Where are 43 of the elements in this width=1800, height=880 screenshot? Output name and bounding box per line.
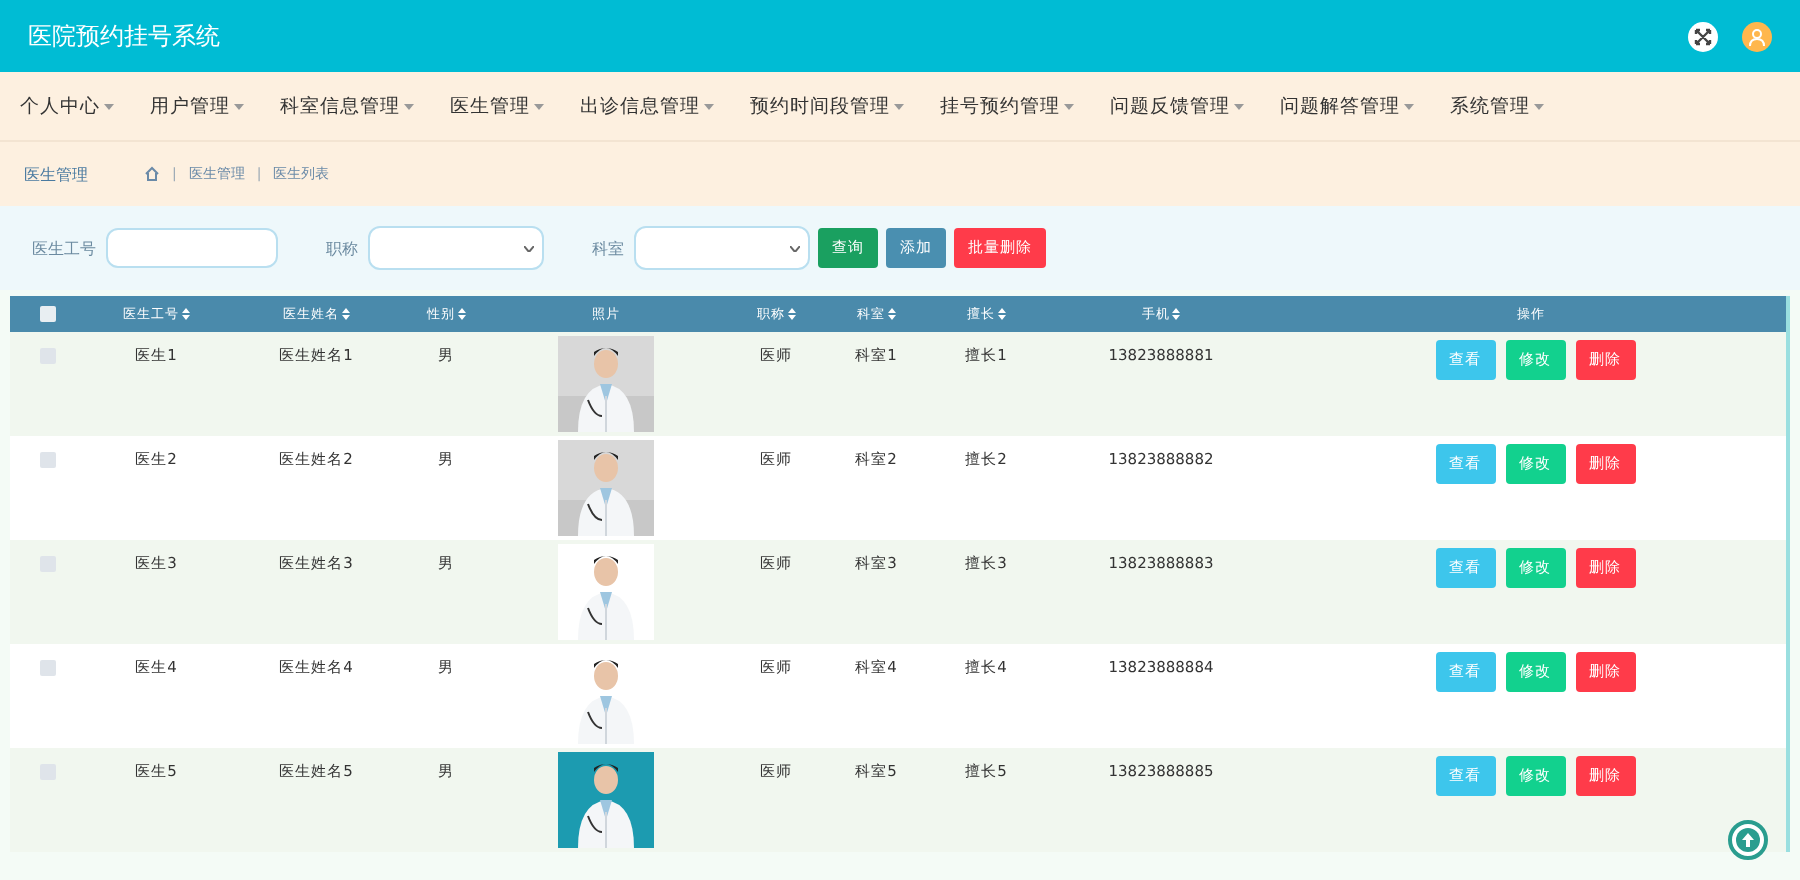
field-label: 医生工号 <box>32 237 96 259</box>
nav-menu-item[interactable]: 用户管理 <box>150 93 244 119</box>
field-label: 职称 <box>326 237 358 259</box>
caret-icon <box>1404 103 1414 109</box>
row-checkbox[interactable] <box>40 452 56 468</box>
nav-menu-item[interactable]: 出诊信息管理 <box>580 93 714 119</box>
home-icon[interactable] <box>144 166 160 182</box>
chevron-down-icon <box>790 245 800 251</box>
input-field[interactable] <box>106 228 278 268</box>
nav-menu-item[interactable]: 问题解答管理 <box>1280 93 1414 119</box>
nav-menu-item[interactable]: 医生管理 <box>450 93 544 119</box>
sort-icon[interactable] <box>787 308 795 320</box>
caret-icon <box>1064 103 1074 109</box>
select-all-checkbox[interactable] <box>40 306 56 322</box>
page-title: 医生管理 <box>24 163 88 185</box>
caret-icon <box>404 103 414 109</box>
sort-icon[interactable] <box>457 308 465 320</box>
caret-icon <box>534 103 544 109</box>
select-field[interactable] <box>634 226 810 270</box>
nav-menu-item[interactable]: 科室信息管理 <box>280 93 414 119</box>
nav-menu-item[interactable]: 个人中心 <box>20 93 114 119</box>
field-label: 科室 <box>592 237 624 259</box>
nav-menu-item[interactable]: 预约时间段管理 <box>750 93 904 119</box>
caret-icon <box>1534 103 1544 109</box>
fullscreen-icon[interactable] <box>1688 21 1718 51</box>
app-title: 医院预约挂号系统 <box>28 19 222 53</box>
sort-icon[interactable] <box>1172 308 1180 320</box>
nav-menu-item[interactable]: 问题反馈管理 <box>1110 93 1244 119</box>
sort-icon[interactable] <box>181 308 189 320</box>
caret-icon <box>704 103 714 109</box>
chevron-down-icon <box>524 245 534 251</box>
select-field[interactable] <box>368 226 544 270</box>
nav-menu-item[interactable]: 系统管理 <box>1450 93 1544 119</box>
caret-icon <box>1234 103 1244 109</box>
sort-icon[interactable] <box>997 308 1005 320</box>
caret-icon <box>104 103 114 109</box>
nav-menu-item[interactable]: 挂号预约管理 <box>940 93 1074 119</box>
sort-icon[interactable] <box>887 308 895 320</box>
caret-icon <box>234 103 244 109</box>
caret-icon <box>894 103 904 109</box>
row-checkbox[interactable] <box>40 660 56 676</box>
user-icon[interactable] <box>1742 21 1772 51</box>
sort-icon[interactable] <box>341 308 349 320</box>
